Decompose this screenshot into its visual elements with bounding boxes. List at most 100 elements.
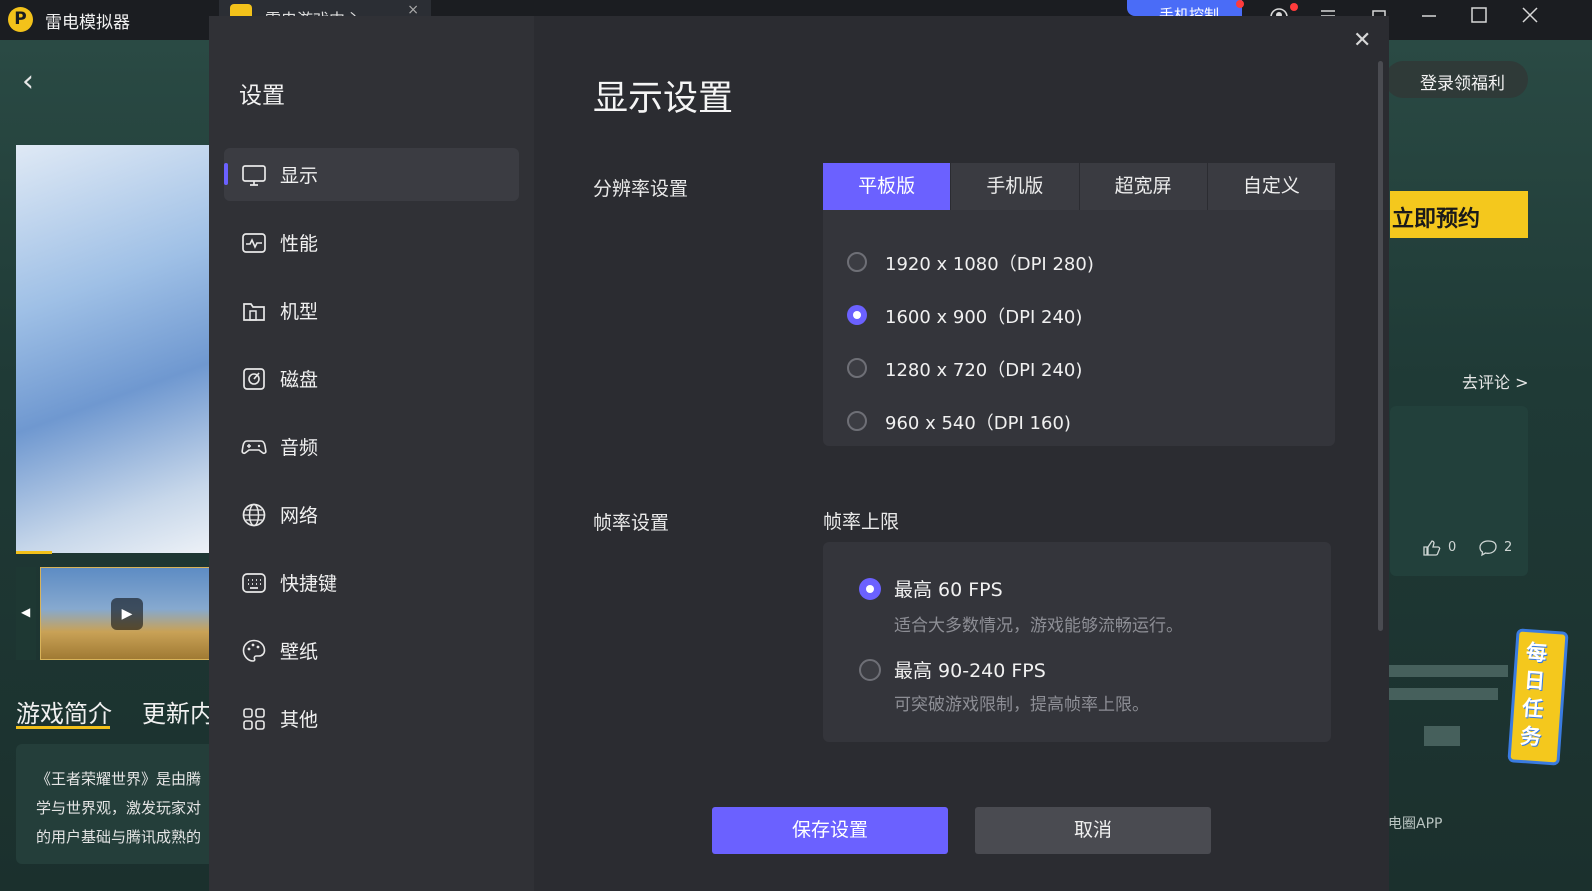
video-thumbnail[interactable]: ▶: [40, 567, 210, 660]
tab-tablet[interactable]: 平板版: [823, 163, 951, 210]
tab-game-center[interactable]: 雷电游戏中心 ×: [219, 0, 431, 16]
sidebar-item-label: 磁盘: [280, 369, 319, 391]
close-icon[interactable]: ✕: [1353, 28, 1371, 53]
app-name: 雷电模拟器: [45, 13, 130, 33]
sidebar-item-shortcuts[interactable]: 快捷键: [224, 556, 519, 609]
tab-custom[interactable]: 自定义: [1207, 163, 1335, 210]
app-logo-icon: P: [8, 7, 33, 32]
radio-button[interactable]: [847, 358, 867, 378]
fps-label: 帧率设置: [593, 512, 670, 534]
sidebar-item-disk[interactable]: 磁盘: [224, 352, 519, 405]
monitor-icon: [242, 165, 266, 186]
intro-line: 的用户基础与腾讯成熟的: [36, 828, 202, 846]
settings-dialog: 设置 显示 性能 机型 磁盘 音频 网络 快捷键 壁纸 其他 显示设置 ✕ 分辨…: [209, 16, 1389, 891]
blurred-content: [1388, 665, 1508, 677]
daily-task-badge[interactable]: 每日任务: [1507, 628, 1569, 766]
tab-close-icon[interactable]: ×: [407, 2, 419, 16]
sidebar-item-other[interactable]: 其他: [224, 692, 519, 745]
comment-icon[interactable]: [1478, 539, 1498, 557]
radio-button[interactable]: [859, 659, 881, 681]
sidebar-item-label: 音频: [280, 437, 319, 459]
radio-button[interactable]: [847, 252, 867, 272]
tab-ultrawide[interactable]: 超宽屏: [1079, 163, 1207, 210]
reserve-button[interactable]: 立即预约: [1390, 191, 1528, 238]
phone-control-button[interactable]: 手机控制: [1127, 0, 1242, 16]
tab-game-intro[interactable]: 游戏简介: [16, 694, 112, 729]
sidebar-item-label: 显示: [280, 165, 319, 187]
active-tab-underline: [16, 726, 110, 729]
resolution-option-label: 1280 x 720（DPI 240): [885, 360, 1083, 381]
radio-button-checked[interactable]: [847, 305, 867, 325]
scrollbar[interactable]: [1378, 61, 1383, 631]
resolution-option-label: 1920 x 1080（DPI 280): [885, 254, 1094, 275]
fps-limit-label: 帧率上限: [823, 511, 900, 533]
save-button[interactable]: 保存设置: [712, 807, 948, 854]
resolution-label: 分辨率设置: [593, 178, 689, 200]
carousel-prev-icon: ◀: [21, 605, 31, 619]
resolution-options: 1920 x 1080（DPI 280) 1600 x 900（DPI 240)…: [823, 210, 1335, 446]
login-reward-label: 登录领福利: [1420, 74, 1505, 94]
sidebar-title: 设置: [239, 83, 285, 109]
sidebar-item-audio[interactable]: 音频: [224, 420, 519, 473]
active-indicator: [224, 163, 228, 185]
globe-icon: [242, 503, 266, 527]
carousel-progress: [16, 551, 52, 554]
resolution-option[interactable]: 960 x 540（DPI 160): [847, 409, 1317, 437]
blurred-content: [1388, 688, 1498, 700]
tab-phone[interactable]: 手机版: [951, 163, 1079, 210]
performance-icon: [242, 233, 266, 253]
fps-option-title: 最高 60 FPS: [894, 579, 1003, 601]
keyboard-icon: [242, 573, 266, 593]
resolution-mode-tabs: 平板版 手机版 超宽屏 自定义: [823, 163, 1335, 210]
reply-count: 2: [1504, 540, 1513, 555]
fps-options: 最高 60 FPS 适合大多数情况，游戏能够流畅运行。 最高 90-240 FP…: [823, 542, 1331, 742]
sidebar-item-display[interactable]: 显示: [224, 148, 519, 201]
close-window-icon[interactable]: [1521, 6, 1539, 24]
cancel-button[interactable]: 取消: [975, 807, 1211, 854]
sidebar-item-label: 其他: [280, 709, 319, 731]
carousel-prev-button[interactable]: ◀: [16, 567, 36, 660]
intro-line: 《王者荣耀世界》是由腾: [36, 770, 202, 788]
blurred-content: [1424, 726, 1460, 746]
gamepad-icon: [241, 440, 267, 455]
resolution-option[interactable]: 1920 x 1080（DPI 280): [847, 250, 1317, 278]
notification-dot: [1236, 0, 1244, 8]
sidebar-item-performance[interactable]: 性能: [224, 216, 519, 269]
thumbs-up-icon[interactable]: [1422, 539, 1442, 557]
resolution-option-label: 1600 x 900（DPI 240): [885, 307, 1083, 328]
radio-button-checked[interactable]: [859, 578, 881, 600]
phone-control-label: 手机控制: [1159, 6, 1220, 16]
play-icon[interactable]: ▶: [111, 598, 143, 630]
app-promo-text[interactable]: 电圈APP: [1388, 813, 1442, 833]
sidebar-item-label: 快捷键: [280, 573, 338, 595]
settings-sidebar: 设置 显示 性能 机型 磁盘 音频 网络 快捷键 壁纸 其他: [209, 16, 534, 891]
fps-option-desc: 适合大多数情况，游戏能够流畅运行。: [894, 616, 1183, 636]
sidebar-item-label: 机型: [280, 301, 319, 323]
intro-line: 学与世界观，激发玩家对: [36, 799, 202, 817]
like-count: 0: [1448, 540, 1457, 555]
sidebar-item-label: 性能: [280, 233, 319, 255]
daily-task-label: 每日任务: [1519, 640, 1548, 750]
back-arrow-icon[interactable]: ‹: [22, 64, 34, 99]
disk-icon: [243, 368, 265, 390]
page-title: 显示设置: [593, 79, 734, 119]
sidebar-item-wallpaper[interactable]: 壁纸: [224, 624, 519, 677]
radio-button[interactable]: [847, 411, 867, 431]
resolution-option[interactable]: 1280 x 720（DPI 240): [847, 356, 1317, 384]
go-comment-link[interactable]: 去评论 >: [1462, 369, 1529, 393]
tab-update-content[interactable]: 更新内容: [142, 694, 210, 729]
user-notification-dot: [1290, 3, 1298, 11]
maximize-icon[interactable]: [1470, 6, 1488, 24]
login-reward-button[interactable]: 登录领福利: [1385, 61, 1528, 98]
game-hero-image: [16, 145, 216, 553]
grid-icon: [243, 708, 265, 730]
sidebar-item-network[interactable]: 网络: [224, 488, 519, 541]
minimize-icon[interactable]: [1420, 8, 1438, 24]
sidebar-item-label: 壁纸: [280, 641, 319, 663]
reserve-label: 立即预约: [1392, 207, 1481, 232]
resolution-option[interactable]: 1600 x 900（DPI 240): [847, 303, 1317, 331]
fps-option-desc: 可突破游戏限制，提高帧率上限。: [894, 695, 1149, 715]
sidebar-item-device-model[interactable]: 机型: [224, 284, 519, 337]
resolution-option-label: 960 x 540（DPI 160): [885, 413, 1071, 434]
game-center-icon: [230, 4, 252, 16]
